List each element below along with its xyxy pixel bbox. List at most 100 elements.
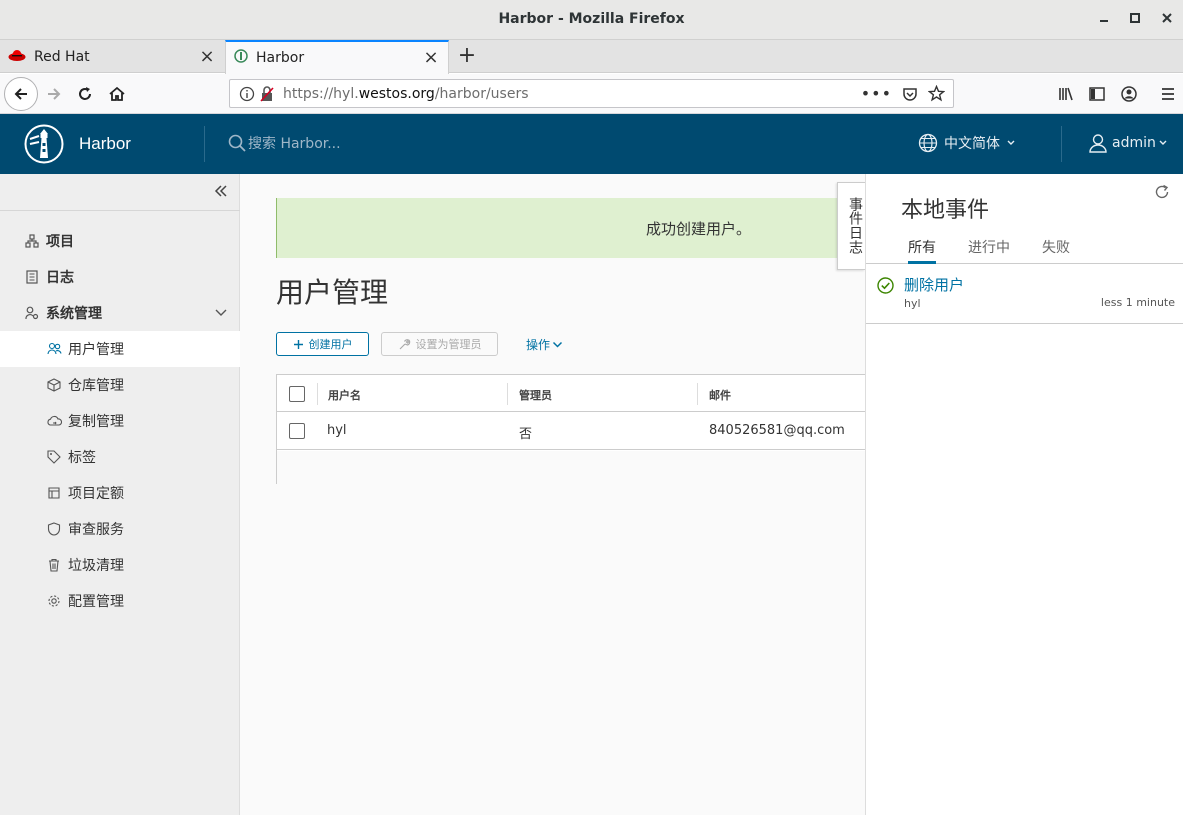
chevron-down-icon [1007, 140, 1015, 145]
logs-icon [24, 269, 40, 285]
event-name[interactable]: 删除用户 [904, 274, 964, 295]
sidebar-toggle-button[interactable] [1083, 80, 1111, 108]
reload-icon [79, 87, 91, 100]
table-footer [277, 451, 865, 484]
column-separator [507, 383, 508, 405]
reload-button[interactable] [71, 80, 99, 108]
maximize-icon[interactable] [1125, 10, 1145, 30]
tab-running[interactable]: 进行中 [968, 237, 1010, 264]
tab-title: Red Hat [34, 48, 90, 65]
sidebar-item-projects[interactable]: 项目 [0, 223, 240, 259]
sidebar-item-label: 垃圾清理 [68, 558, 124, 574]
sidebar-item-replications[interactable]: 复制管理 [0, 403, 240, 439]
select-all-checkbox[interactable] [289, 386, 305, 402]
username: admin [1112, 135, 1156, 151]
harbor-logo-icon [24, 124, 64, 164]
sidebar-item-garbage-collection[interactable]: 垃圾清理 [0, 547, 240, 583]
alert-message: 成功创建用户。 [646, 220, 752, 238]
browser-tab-harbor[interactable]: Harbor × [225, 40, 449, 74]
user-icon [1089, 134, 1107, 153]
admin-icon [24, 305, 40, 321]
new-tab-button[interactable]: + [456, 44, 478, 68]
set-admin-button[interactable]: 设置为管理员 [381, 332, 498, 356]
tab-failed[interactable]: 失败 [1042, 237, 1070, 264]
forward-button[interactable] [40, 80, 68, 108]
sidebar-item-labels[interactable]: 标签 [0, 439, 240, 475]
success-check-icon [877, 277, 894, 294]
sidebar-item-quotas[interactable]: 项目定额 [0, 475, 240, 511]
global-search[interactable]: 搜索 Harbor... [228, 133, 341, 153]
main-content: 成功创建用户。 用户管理 创建用户 设置为管理员 操作 用户名 管理员 邮件 h… [240, 174, 865, 815]
cell-admin: 否 [519, 427, 533, 442]
sidebar-item-administration[interactable]: 系统管理 [0, 295, 240, 331]
account-button[interactable] [1115, 80, 1143, 108]
tab-all[interactable]: 所有 [908, 237, 936, 264]
sidebar-item-registries[interactable]: 仓库管理 [0, 367, 240, 403]
sidebar-divider [0, 210, 240, 211]
projects-icon [24, 233, 40, 249]
table-row[interactable]: hyl 否 840526581@qq.com [277, 412, 865, 450]
chevron-down-icon [1159, 140, 1167, 145]
event-tabs: 所有 进行中 失败 [866, 237, 1183, 264]
sidebar-item-label: 配置管理 [68, 594, 124, 610]
sidebar-item-label: 审查服务 [68, 522, 124, 538]
cell-username: hyl [327, 423, 347, 438]
language-label: 中文简体 [944, 136, 1000, 152]
tag-icon [46, 449, 62, 465]
sidebar-item-scanners[interactable]: 审查服务 [0, 511, 240, 547]
column-separator [697, 383, 698, 405]
sidebar-item-logs[interactable]: 日志 [0, 259, 240, 295]
sidebar-item-label: 复制管理 [68, 414, 124, 430]
sidebar-item-label: 仓库管理 [68, 378, 124, 394]
row-checkbox[interactable] [289, 423, 305, 439]
page-actions-icon[interactable]: ••• [861, 84, 892, 103]
column-header-admin[interactable]: 管理员 [519, 387, 552, 403]
sidebar-item-configuration[interactable]: 配置管理 [0, 583, 240, 619]
collapse-sidebar-icon[interactable] [214, 184, 232, 200]
sidebar-item-users[interactable]: 用户管理 [0, 331, 240, 367]
home-button[interactable] [103, 80, 131, 108]
url-bar[interactable]: https://hyl.westos.org/harbor/users ••• [229, 79, 954, 108]
column-header-username[interactable]: 用户名 [328, 387, 361, 403]
event-user: hyl [904, 297, 921, 310]
url-text[interactable]: https://hyl.westos.org/harbor/users [283, 86, 861, 102]
close-tab-icon[interactable]: × [198, 47, 216, 66]
actions-dropdown[interactable]: 操作 [526, 336, 563, 353]
language-selector[interactable]: 中文简体 [918, 133, 1016, 153]
shield-icon [46, 521, 62, 537]
url-prefix: https://hyl. [283, 85, 359, 102]
window-title: Harbor - Mozilla Firefox [498, 11, 685, 27]
close-window-icon[interactable] [1157, 10, 1177, 30]
sidebar-icon [1089, 87, 1105, 101]
cell-email: 840526581@qq.com [709, 423, 845, 438]
header-divider [1061, 126, 1062, 162]
pocket-icon[interactable] [902, 86, 918, 102]
create-user-button[interactable]: 创建用户 [276, 332, 369, 356]
info-icon[interactable] [239, 86, 255, 102]
user-menu[interactable]: admin [1088, 133, 1168, 153]
close-tab-icon[interactable]: × [422, 49, 440, 67]
event-item[interactable]: 删除用户 hyl less 1 minute [866, 264, 1183, 324]
users-icon [46, 341, 62, 357]
event-time: less 1 minute [1100, 296, 1175, 309]
brand[interactable]: Harbor [24, 124, 131, 164]
browser-tabstrip: Red Hat × Harbor × + [0, 40, 1183, 74]
url-path: /harbor/users [434, 85, 529, 102]
harbor-favicon [234, 49, 248, 67]
library-icon [1059, 87, 1073, 101]
back-arrow-icon [14, 88, 27, 100]
event-log-tab[interactable]: 事件日志 [837, 182, 865, 270]
column-header-email[interactable]: 邮件 [709, 387, 731, 403]
menu-button[interactable] [1154, 80, 1182, 108]
minimize-icon[interactable] [1094, 10, 1114, 30]
column-separator [317, 383, 318, 405]
browser-tab-redhat[interactable]: Red Hat × [0, 40, 224, 73]
header-divider [204, 126, 205, 162]
library-button[interactable] [1052, 80, 1080, 108]
insecure-lock-icon[interactable] [260, 85, 274, 102]
wrench-icon [398, 338, 411, 351]
refresh-icon[interactable] [1154, 184, 1170, 204]
tab-title: Harbor [256, 50, 305, 66]
back-button[interactable] [4, 77, 38, 111]
bookmark-star-icon[interactable] [928, 85, 945, 102]
